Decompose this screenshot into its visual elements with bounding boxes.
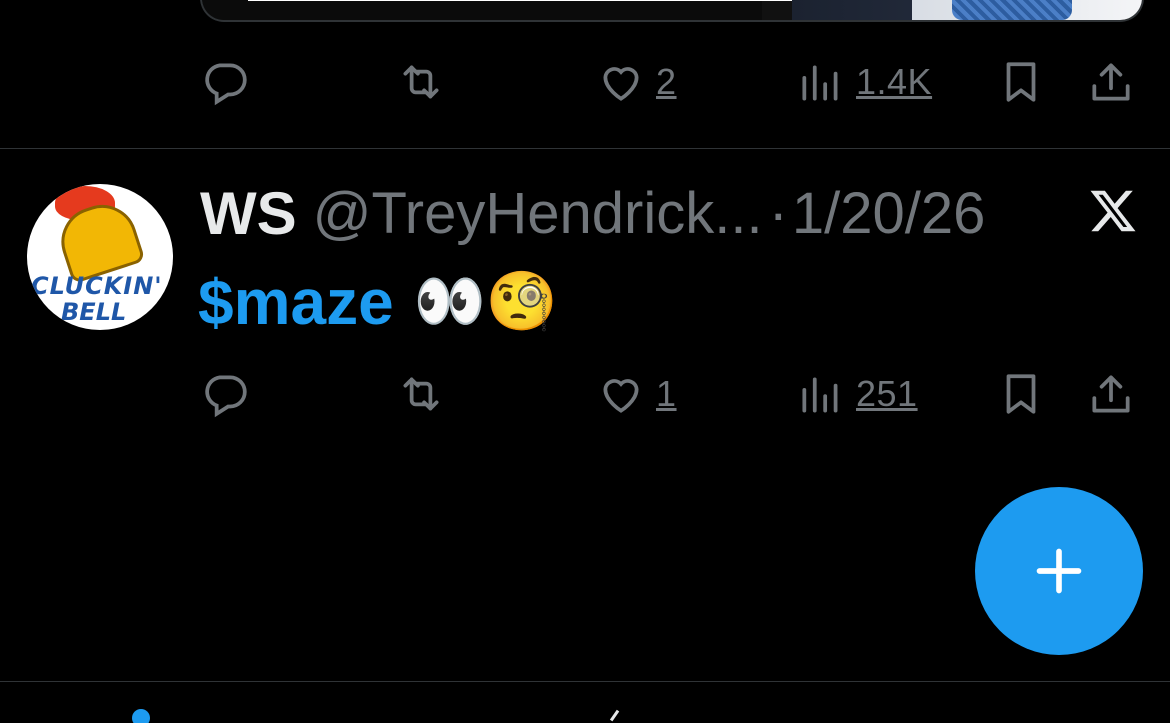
previous-tweet-media[interactable] — [200, 0, 1144, 22]
share-button[interactable] — [1086, 364, 1136, 424]
avatar-logo-text-2: BELL — [61, 298, 127, 326]
reply-icon — [205, 63, 247, 106]
views-button[interactable]: 1.4K — [796, 52, 932, 112]
view-count[interactable]: 251 — [856, 373, 918, 415]
tweet-date[interactable]: 1/20/26 — [792, 180, 986, 247]
compose-button[interactable] — [975, 487, 1143, 655]
view-count[interactable]: 1.4K — [856, 61, 932, 103]
timeline-screen: 2 1.4K CLUCKIN' BELL WS @TreyHendrick...… — [0, 0, 1170, 723]
tweet-body: $maze 👀🧐 — [198, 262, 558, 342]
display-name[interactable]: WS — [200, 179, 297, 248]
share-icon — [1092, 375, 1130, 413]
media-frame-graphic — [248, 0, 820, 1]
repost-button[interactable] — [396, 52, 446, 112]
notification-dot — [132, 709, 150, 723]
x-logo-icon — [1090, 190, 1136, 232]
like-button[interactable]: 2 — [596, 52, 677, 112]
plus-icon — [1036, 548, 1082, 594]
separator-dot: · — [768, 180, 788, 246]
tab-bar-divider — [0, 681, 1170, 682]
heart-icon — [603, 67, 639, 101]
like-count[interactable]: 1 — [656, 373, 677, 415]
bookmark-button[interactable] — [996, 364, 1046, 424]
emoji-text: 👀🧐 — [413, 269, 559, 334]
media-image-left — [202, 0, 762, 20]
like-count[interactable]: 2 — [656, 61, 677, 103]
previous-tweet-actions: 2 1.4K — [200, 52, 1140, 112]
avatar-logo-text: CLUCKIN' — [31, 272, 163, 300]
media-image-right — [912, 0, 1142, 20]
repost-icon — [403, 377, 439, 411]
tab-icon-partial[interactable] — [609, 709, 630, 723]
repost-icon — [403, 65, 439, 99]
bookmark-icon — [1006, 62, 1036, 102]
repost-button[interactable] — [396, 364, 446, 424]
share-button[interactable] — [1086, 52, 1136, 112]
tweet-header: WS @TreyHendrick... · 1/20/26 — [200, 178, 985, 248]
user-handle[interactable]: @TreyHendrick... — [313, 180, 763, 247]
reply-button[interactable] — [200, 52, 250, 112]
bookmark-icon — [1006, 374, 1036, 414]
like-button[interactable]: 1 — [596, 364, 677, 424]
views-button[interactable]: 251 — [796, 364, 918, 424]
avatar[interactable]: CLUCKIN' BELL — [27, 184, 173, 330]
views-icon — [802, 65, 838, 101]
tweet-actions: 1 251 — [200, 364, 1140, 424]
reply-button[interactable] — [200, 364, 250, 424]
tweet-divider — [0, 148, 1170, 149]
share-icon — [1092, 63, 1130, 101]
cashtag-link[interactable]: $maze — [198, 265, 394, 339]
views-icon — [802, 377, 838, 413]
reply-icon — [205, 375, 247, 418]
heart-icon — [603, 379, 639, 413]
bookmark-button[interactable] — [996, 52, 1046, 112]
